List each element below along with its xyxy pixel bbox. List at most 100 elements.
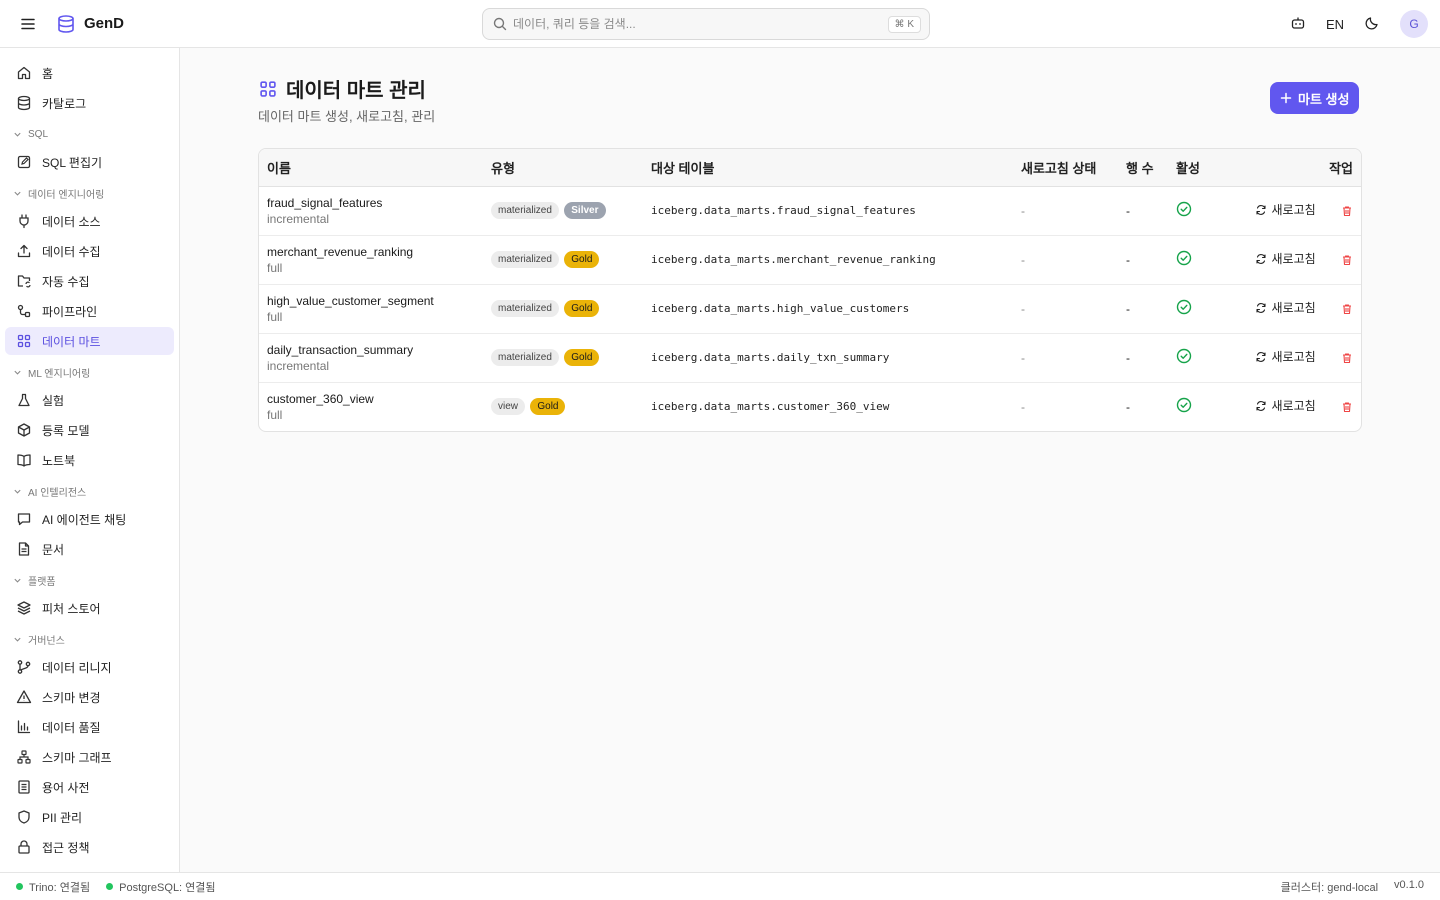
page-subtitle: 데이터 마트 생성, 새로고침, 관리: [258, 109, 436, 124]
cell-actions: 새로고침: [1228, 284, 1361, 334]
bot-icon[interactable]: [1290, 15, 1306, 34]
app-name: GenD: [84, 15, 125, 32]
refresh-button[interactable]: 새로고침: [1255, 348, 1316, 365]
sidebar-item-catalog[interactable]: 카탈로그: [5, 89, 174, 117]
cell-name: high_value_customer_segment full: [259, 284, 483, 334]
section-platform[interactable]: 플랫폼: [0, 571, 179, 589]
tier-badge: Gold: [564, 349, 600, 366]
sidebar-item-home[interactable]: 홈: [5, 59, 174, 87]
table-row[interactable]: high_value_customer_segment full materia…: [259, 284, 1361, 334]
delete-button[interactable]: [1341, 303, 1353, 318]
glossary-icon: [18, 780, 30, 794]
postgres-status: PostgreSQL: 연결됨: [106, 879, 216, 895]
sidebar-item-data-mart[interactable]: 데이터 마트: [5, 327, 174, 355]
tier-badge: Gold: [564, 251, 600, 268]
moon-icon[interactable]: [1364, 15, 1380, 34]
delete-button[interactable]: [1341, 205, 1353, 220]
status-dot: [106, 883, 114, 890]
app-version: v0.1.0: [1394, 878, 1424, 891]
kind-badge: materialized: [491, 349, 559, 366]
page-title: 데이터 마트 관리: [258, 74, 426, 103]
mart-name[interactable]: merchant_revenue_ranking: [267, 245, 475, 259]
mart-name[interactable]: high_value_customer_segment: [267, 294, 475, 308]
refresh-mode: incremental: [267, 211, 330, 226]
refresh-mode: incremental: [267, 358, 330, 373]
sidebar-item-glossary[interactable]: 용어 사전: [5, 773, 174, 801]
database-icon: [17, 95, 31, 111]
table-row[interactable]: merchant_revenue_ranking full materializ…: [259, 235, 1361, 285]
chevron-down-icon: [14, 578, 21, 583]
cell-type: view Gold: [483, 382, 643, 431]
refresh-icon: [1256, 400, 1267, 411]
create-mart-button[interactable]: 마트 생성: [1270, 82, 1360, 114]
search-shortcut: ⌘ K: [887, 15, 921, 33]
sidebar-item-experiments[interactable]: 실험: [5, 386, 174, 414]
cell-actions: 새로고침: [1228, 186, 1361, 236]
app-logo[interactable]: GenD: [56, 14, 124, 34]
avatar[interactable]: G: [1400, 10, 1428, 38]
menu-icon[interactable]: [0, 0, 56, 48]
mart-name[interactable]: fraud_signal_features: [267, 196, 475, 210]
delete-button[interactable]: [1341, 401, 1353, 416]
sidebar-item-schema-changes[interactable]: 스키마 변경: [5, 683, 174, 711]
section-ai-intelligence[interactable]: AI 인텔리전스: [0, 482, 179, 500]
cell-row-count: -: [1118, 186, 1168, 236]
refresh-button[interactable]: 새로고침: [1255, 397, 1316, 414]
warning-icon: [16, 690, 32, 704]
folder-sync-icon: [17, 275, 31, 288]
sidebar-item-data-quality[interactable]: 데이터 품질: [5, 713, 174, 741]
cell-type: materialized Silver: [483, 186, 643, 236]
cell-row-count: -: [1126, 399, 1130, 414]
sidebar-item-pii[interactable]: PII 관리: [5, 803, 174, 831]
section-governance[interactable]: 거버넌스: [0, 630, 179, 648]
sidebar-item-schema-graph[interactable]: 스키마 그래프: [5, 743, 174, 771]
section-sql[interactable]: SQL: [0, 125, 179, 143]
pipeline-icon: [17, 304, 31, 318]
cell-refresh-status: -: [1013, 333, 1118, 383]
table-row[interactable]: daily_transaction_summary incremental ma…: [259, 333, 1361, 383]
mart-name[interactable]: customer_360_view: [267, 392, 475, 406]
kind-badge: materialized: [491, 251, 559, 268]
refresh-mode: full: [267, 260, 283, 275]
language-toggle[interactable]: EN: [1326, 17, 1344, 32]
trash-icon: [1343, 402, 1351, 413]
cell-name: merchant_revenue_ranking full: [259, 235, 483, 285]
cell-type: materialized Gold: [483, 284, 643, 334]
refresh-button[interactable]: 새로고침: [1255, 299, 1316, 316]
tier-badge: Gold: [530, 398, 566, 416]
cell-actions: 새로고침: [1228, 382, 1361, 431]
table-row[interactable]: fraud_signal_features incremental materi…: [259, 186, 1361, 236]
refresh-mode: full: [267, 309, 283, 324]
refresh-button[interactable]: 새로고침: [1255, 201, 1316, 218]
sidebar-item-data-ingest[interactable]: 데이터 수집: [5, 237, 174, 265]
sidebar-item-data-lineage[interactable]: 데이터 리니지: [5, 653, 174, 681]
section-ml-engineering[interactable]: ML 엔지니어링: [0, 363, 179, 381]
cell-target-table: iceberg.data_marts.fraud_signal_features: [643, 186, 1013, 236]
chevron-down-icon: [14, 489, 21, 494]
sidebar-item-documents[interactable]: 문서: [5, 535, 174, 563]
column-header-name: 이름: [259, 149, 483, 187]
cell-actions: 새로고침: [1228, 235, 1361, 285]
section-data-engineering[interactable]: 데이터 엔지니어링: [0, 184, 179, 202]
global-search[interactable]: ⌘ K: [482, 8, 930, 40]
sidebar-item-registered-models[interactable]: 등록 모델: [5, 416, 174, 444]
sidebar-item-notebooks[interactable]: 노트북: [5, 446, 174, 474]
sidebar-item-feature-store[interactable]: 피처 스토어: [5, 594, 174, 622]
table-row[interactable]: customer_360_view full view Gold iceberg…: [259, 382, 1361, 431]
kind-badge: materialized: [491, 202, 559, 219]
mart-name[interactable]: daily_transaction_summary: [267, 343, 475, 357]
cell-active: [1168, 382, 1228, 431]
refresh-icon: [1256, 351, 1267, 362]
delete-button[interactable]: [1341, 352, 1353, 367]
sidebar-item-ai-agent-chat[interactable]: AI 에이전트 채팅: [5, 505, 174, 533]
sidebar-item-data-source[interactable]: 데이터 소스: [5, 207, 174, 235]
edit-icon: [17, 155, 31, 169]
document-icon: [18, 542, 30, 556]
sidebar-item-pipeline[interactable]: 파이프라인: [5, 297, 174, 325]
refresh-button[interactable]: 새로고침: [1255, 250, 1316, 267]
sidebar-item-access-policy[interactable]: 접근 정책: [5, 833, 174, 861]
search-input[interactable]: [513, 17, 888, 31]
sidebar-item-auto-ingest[interactable]: 자동 수집: [5, 267, 174, 295]
delete-button[interactable]: [1341, 254, 1353, 269]
sidebar-item-sql-editor[interactable]: SQL 편집기: [5, 148, 174, 176]
